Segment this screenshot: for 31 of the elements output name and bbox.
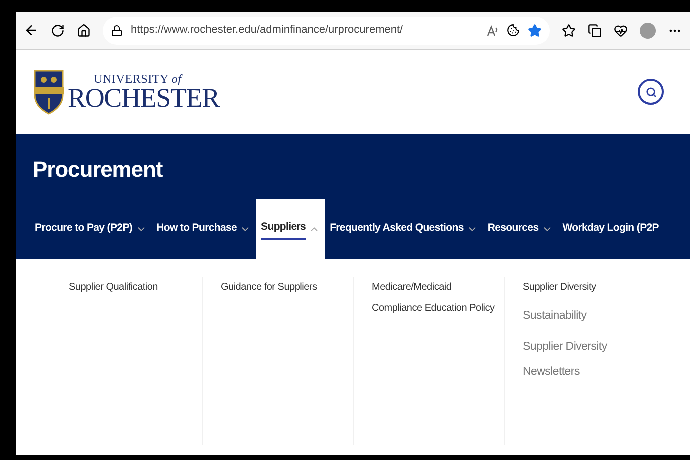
nav-tab[interactable]: Procure to Pay (P2P) — [30, 199, 152, 259]
profile-avatar[interactable] — [640, 22, 656, 38]
dropdown-link[interactable]: Supplier Diversity — [523, 277, 647, 298]
cookie-icon[interactable] — [507, 24, 520, 37]
dropdown-link[interactable]: Supplier Qualification — [69, 277, 194, 298]
reload-icon[interactable] — [51, 24, 65, 38]
logo-subtitle: UNIVERSITY of — [94, 72, 184, 84]
home-icon[interactable] — [77, 24, 91, 38]
dropdown-link[interactable]: Medicare/Medicaid Compliance Education Policy — [372, 277, 496, 319]
url-text: https://www.rochester.edu/adminfinance/urprocurement/ — [131, 23, 404, 38]
search-icon — [646, 86, 656, 98]
logo-wordmark: ROCHESTER — [68, 84, 220, 112]
star-icon[interactable] — [528, 24, 542, 38]
collections-icon[interactable] — [588, 24, 602, 38]
favorites-icon[interactable] — [562, 24, 576, 38]
dropdown-sublink[interactable]: Sustainability — [523, 304, 647, 329]
search-button[interactable] — [638, 79, 664, 105]
dropdown-sublink[interactable]: Supplier Diversity Newsletters — [523, 335, 647, 385]
site-title: Procurement — [32, 156, 164, 184]
nav-tab[interactable]: Frequently Asked Questions — [325, 199, 483, 259]
nav-tab[interactable]: How to Purchase — [152, 199, 256, 259]
nav-tab[interactable]: Resources — [482, 199, 558, 259]
lock-icon — [111, 24, 123, 36]
shield-logo-icon — [34, 69, 64, 115]
nav-tab[interactable]: Suppliers — [256, 199, 326, 259]
read-aloud-icon[interactable] — [487, 24, 499, 36]
health-icon[interactable] — [614, 24, 628, 38]
address-bar[interactable]: https://www.rochester.edu/adminfinance/urprocurement/ — [103, 16, 550, 44]
nav-tab[interactable]: Workday Login (P2P — [558, 199, 664, 259]
back-icon[interactable] — [24, 23, 39, 38]
dropdown-link[interactable]: Guidance for Suppliers — [221, 277, 345, 298]
